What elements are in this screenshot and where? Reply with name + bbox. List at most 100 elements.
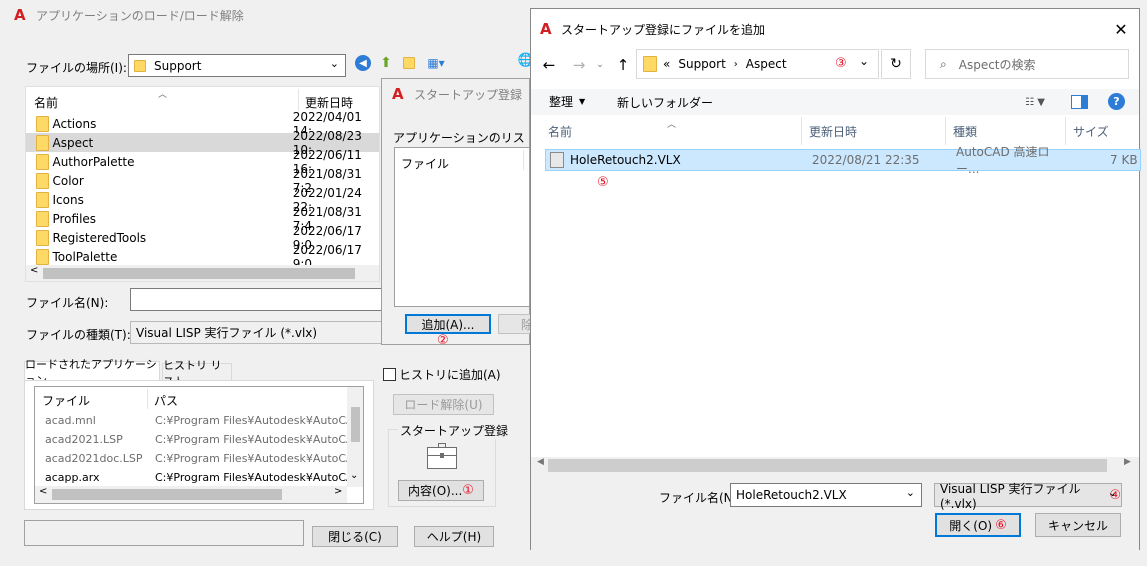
scroll-thumb[interactable] xyxy=(43,268,355,279)
folder-name: Icons xyxy=(52,192,84,207)
search-placeholder: Aspectの検索 xyxy=(958,57,1036,72)
filetype-dropdown[interactable]: Visual LISP 実行ファイル (*.vlx) xyxy=(130,321,390,344)
filetype-value: Visual LISP 実行ファイル (*.vlx) xyxy=(136,326,318,340)
help-icon[interactable]: ? xyxy=(1108,93,1125,110)
scroll-down-icon[interactable]: ⌄ xyxy=(350,470,358,481)
startup-suite-dialog: A スタートアップ登録 アプリケーションのリスト: ファイル 追加(A)... … xyxy=(381,78,538,348)
new-folder-button[interactable]: 新しいフォルダー xyxy=(617,94,713,111)
file-row[interactable]: HoleRetouch2.VLX 2022/08/21 22:35 AutoCA… xyxy=(545,145,1141,176)
file-name: HoleRetouch2.VLX xyxy=(570,153,681,167)
column-header-name[interactable]: 名前 xyxy=(34,94,58,111)
button-label: キャンセル xyxy=(1047,518,1108,533)
file-list-hscrollbar[interactable]: ◀ ▶ xyxy=(531,457,1139,474)
help-button[interactable]: ヘルプ(H) xyxy=(414,526,494,547)
chevron-down-icon[interactable]: ⌄ xyxy=(906,486,915,499)
search-box[interactable]: ⌕ Aspectの検索 xyxy=(925,49,1129,79)
close-button[interactable]: 閉じる(C) xyxy=(312,526,398,547)
app-path: C:¥Program Files¥Autodesk¥AutoCAI xyxy=(155,414,357,427)
filetype-combobox[interactable]: Visual LISP 実行ファイル (*.vlx) ④ ⌄ xyxy=(934,482,1122,511)
column-header-type[interactable]: 種類 xyxy=(953,123,977,140)
caret-down-icon: ▼ xyxy=(579,97,586,106)
filename-combobox[interactable]: HoleRetouch2.VLX ⌄ xyxy=(730,483,922,507)
close-icon[interactable]: ✕ xyxy=(1111,19,1131,39)
step-marker: ③ xyxy=(835,56,847,71)
breadcrumb-support[interactable]: Support xyxy=(678,57,725,71)
tab-loaded-applications[interactable]: ロードされたアプリケーション xyxy=(24,358,160,387)
scroll-thumb[interactable] xyxy=(548,459,1107,472)
look-in-dropdown[interactable]: Support ⌄ xyxy=(128,54,346,77)
loaded-app-row[interactable]: acad.mnl C:¥Program Files¥Autodesk¥AutoCA… xyxy=(35,411,357,430)
loaded-list-hscrollbar[interactable]: < > xyxy=(35,486,347,503)
checkbox-label: ヒストリに追加(A) xyxy=(399,368,501,382)
column-header-path[interactable]: パス xyxy=(154,392,178,409)
startup-app-list: ファイル xyxy=(394,147,530,307)
preview-pane-icon[interactable] xyxy=(1071,95,1088,109)
menu-label: 整理 xyxy=(549,95,574,109)
folder-row-toolpalette[interactable]: ToolPalette 2022/06/17 9:0 xyxy=(26,243,379,271)
cancel-button[interactable]: キャンセル xyxy=(1035,513,1121,537)
step-marker: ⑤ xyxy=(597,175,609,190)
loaded-app-row[interactable]: acad2021.LSP C:¥Program Files¥Autodesk¥Au… xyxy=(35,430,357,449)
scroll-thumb[interactable] xyxy=(351,407,360,442)
add-to-history-checkbox[interactable]: ヒストリに追加(A) xyxy=(383,366,501,383)
address-bar[interactable]: « Support › Aspect ③ ⌄ xyxy=(636,49,879,79)
scroll-right-icon[interactable]: ▶ xyxy=(1124,457,1131,467)
filename-input[interactable] xyxy=(130,288,390,311)
main-dialog-title: アプリケーションのロード/ロード解除 xyxy=(36,8,244,23)
scroll-left-icon[interactable]: < xyxy=(39,486,47,497)
view-menu-icon[interactable]: ▦▾ xyxy=(424,55,448,71)
autocad-logo-icon: A xyxy=(540,20,552,38)
recent-locations-icon[interactable]: ⌄ xyxy=(593,55,607,75)
status-field xyxy=(24,520,304,546)
organize-menu[interactable]: 整理 ▼ xyxy=(549,93,585,110)
tab-history-list[interactable]: ヒストリ リスト xyxy=(162,359,232,388)
column-header-date[interactable]: 更新日時 xyxy=(809,123,857,140)
filename-label: ファイル名(N): xyxy=(26,296,109,310)
header-divider xyxy=(945,117,946,145)
view-options-icon[interactable]: ☷ ▼ xyxy=(1015,93,1055,111)
loaded-app-row[interactable]: acad2021doc.LSP C:¥Program Files¥Autodesk… xyxy=(35,449,357,468)
app-path: C:¥Program Files¥Autodesk¥AutoCAI xyxy=(155,471,357,484)
scroll-left-icon[interactable]: ◀ xyxy=(537,457,544,467)
up-arrow-icon[interactable]: ↑ xyxy=(613,55,633,75)
forward-arrow-icon[interactable]: → xyxy=(569,55,589,75)
scroll-right-icon[interactable]: > xyxy=(334,486,342,497)
column-header-name[interactable]: 名前 xyxy=(548,123,572,140)
step-marker: ⑥ xyxy=(995,517,1007,533)
back-arrow-icon[interactable]: ← xyxy=(539,55,559,75)
unload-button[interactable]: ロード解除(U) xyxy=(393,394,494,415)
scroll-thumb[interactable] xyxy=(52,489,282,500)
file-dialog-titlebar: A スタートアップ登録にファイルを追加 xyxy=(531,9,1139,49)
loaded-app-row[interactable]: acapp.arx C:¥Program Files¥Autodesk¥AutoC… xyxy=(35,468,357,487)
breadcrumb-aspect[interactable]: Aspect xyxy=(746,57,787,71)
scroll-left-icon[interactable]: < xyxy=(30,265,38,276)
column-header-file[interactable]: ファイル xyxy=(42,392,90,409)
loaded-list-vscrollbar[interactable]: ⌄ xyxy=(347,387,363,487)
up-folder-icon[interactable]: ⬆ xyxy=(378,55,394,71)
look-in-value: Support xyxy=(154,58,202,73)
contents-button[interactable]: 内容(O)... ① xyxy=(398,480,484,501)
step-marker: ② xyxy=(437,333,449,348)
chevron-down-icon[interactable]: ⌄ xyxy=(1108,486,1117,499)
folder-name: AuthorPalette xyxy=(52,154,135,169)
column-header-size[interactable]: サイズ xyxy=(1073,123,1109,140)
button-label: 内容(O)... xyxy=(408,484,463,498)
new-folder-icon[interactable] xyxy=(401,55,417,71)
folder-icon xyxy=(643,56,657,72)
folder-icon xyxy=(36,248,50,265)
checkbox-box[interactable] xyxy=(383,368,396,381)
back-icon[interactable]: ◀ xyxy=(355,55,371,71)
chevron-down-icon[interactable]: ⌄ xyxy=(859,54,869,68)
step-marker: ① xyxy=(462,483,474,498)
file-dialog-title: スタートアップ登録にファイルを追加 xyxy=(561,22,766,37)
folder-name: Color xyxy=(52,173,84,188)
column-header-date[interactable]: 更新日時 xyxy=(305,94,353,111)
column-header-file[interactable]: ファイル xyxy=(401,155,449,172)
folder-name: ToolPalette xyxy=(52,249,118,264)
add-button[interactable]: 追加(A)... xyxy=(405,314,491,334)
refresh-icon[interactable]: ↻ xyxy=(881,49,911,79)
filetype-value: Visual LISP 実行ファイル (*.vlx) xyxy=(940,481,1081,511)
folder-list-hscrollbar[interactable]: < xyxy=(26,265,379,281)
open-button[interactable]: 開く(O) ⑥ xyxy=(935,513,1021,537)
breadcrumb-overflow[interactable]: « xyxy=(663,57,670,71)
